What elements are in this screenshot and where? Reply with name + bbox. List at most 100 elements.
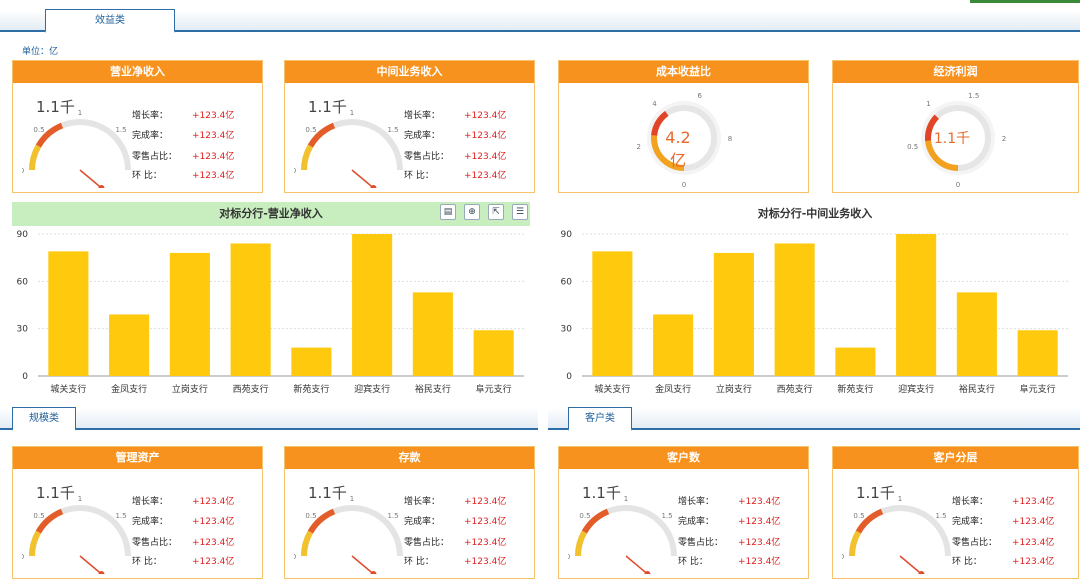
stat-value-mom: +123.4亿: [192, 171, 235, 181]
y-tick-label: 0: [22, 372, 28, 382]
bar[interactable]: [956, 292, 997, 376]
gauge-tick-label: 0: [22, 553, 24, 561]
stat-value-growth: +123.4亿: [192, 111, 235, 121]
stat-value-completion: +123.4亿: [464, 517, 507, 527]
card-title: 经济利润: [833, 61, 1078, 83]
gauge-tick-label: 8: [728, 135, 732, 143]
x-tick-label: 迎宾支行: [354, 383, 390, 395]
stat-value-retail: +123.4亿: [464, 152, 507, 162]
gauge-value: 1.1千: [36, 484, 75, 502]
chart-net-revenue: 0 30 60 90 城关支行 金凤支行 立岗支行 西苑支行 新苑支行 迎宾支行 裕民支行 阜元支行: [17, 230, 524, 395]
gauge-tick-label: 0.5: [305, 512, 316, 520]
stat-value-mom: +123.4亿: [192, 557, 235, 567]
gauge-tick-label: 1: [624, 495, 628, 503]
stat-label-growth: 增长率：: [952, 497, 989, 507]
tab-bar-customer: 客户类: [548, 407, 1080, 431]
list-icon[interactable]: ☰: [512, 204, 528, 220]
stat-label-retail: 零售占比：: [952, 538, 998, 548]
bar[interactable]: [230, 243, 271, 376]
bar[interactable]: [352, 234, 393, 376]
zoom-icon[interactable]: ⊕: [464, 204, 480, 220]
x-tick-label: 立岗支行: [716, 383, 752, 395]
x-tick-label: 阜元支行: [1020, 383, 1056, 395]
stat-label-completion: 完成率：: [132, 131, 169, 141]
gauge-tick-label: 0: [682, 181, 686, 189]
stat-value-mom: +123.4亿: [464, 171, 507, 181]
x-tick-label: 新苑支行: [293, 383, 329, 395]
gauge-tick-label: 1.5: [115, 126, 126, 134]
stat-value-retail: +123.4亿: [192, 152, 235, 162]
gauge-tick-label: 1.5: [935, 512, 946, 520]
gauge-tick-label: 1.5: [387, 512, 398, 520]
stat-label-growth: 增长率：: [132, 111, 169, 121]
gauge-tick-label: 0: [22, 167, 24, 175]
gauge-value: 1.1千: [856, 484, 895, 502]
stat-value-growth: +123.4亿: [738, 497, 781, 507]
bar[interactable]: [713, 252, 754, 376]
bar[interactable]: [48, 251, 89, 376]
gauge-tick-label: 4: [652, 100, 657, 108]
gauge-tick-label: 1: [78, 109, 82, 117]
chart-intermediate-revenue: 0 30 60 90 城关支行 金凤支行 立岗支行 西苑支行 新苑支行 迎宾支行 裕民支行 阜元支行: [561, 230, 1068, 395]
bar[interactable]: [1017, 330, 1058, 376]
gauge-value: 4.2亿: [665, 128, 691, 170]
y-tick-label: 30: [561, 325, 573, 335]
bar[interactable]: [412, 292, 453, 376]
stat-label-mom: 环 比：: [404, 171, 434, 181]
x-tick-label: 金凤支行: [655, 383, 691, 395]
stat-label-retail: 零售占比：: [132, 152, 178, 162]
tab-efficiency[interactable]: 效益类: [45, 9, 175, 33]
bar[interactable]: [473, 330, 514, 376]
gauge-tick-label: 1: [898, 495, 902, 503]
stat-value-growth: +123.4亿: [192, 497, 235, 507]
bar[interactable]: [169, 252, 210, 376]
tab-bar-efficiency: 效益类: [0, 9, 1080, 33]
stat-label-completion: 完成率：: [678, 517, 715, 527]
card-title: 中间业务收入: [285, 61, 534, 83]
x-tick-label: 立岗支行: [172, 383, 208, 395]
bar[interactable]: [653, 314, 694, 376]
x-tick-label: 新苑支行: [837, 383, 873, 395]
select-icon[interactable]: ⇱: [488, 204, 504, 220]
bar[interactable]: [774, 243, 815, 376]
card-title: 成本收益比: [559, 61, 808, 83]
y-tick-label: 60: [561, 277, 573, 287]
stat-label-completion: 完成率：: [952, 517, 989, 527]
tab-scale[interactable]: 规模类: [12, 407, 76, 431]
stat-label-completion: 完成率：: [404, 517, 441, 527]
stat-label-retail: 零售占比：: [404, 538, 450, 548]
gauge-tick-label: 1: [926, 100, 930, 108]
stat-label-growth: 增长率：: [132, 497, 169, 507]
stat-value-completion: +123.4亿: [1012, 517, 1055, 527]
card-title: 营业净收入: [13, 61, 262, 83]
bar[interactable]: [109, 314, 150, 376]
tab-customer[interactable]: 客户类: [568, 407, 632, 431]
stat-label-mom: 环 比：: [952, 557, 982, 567]
gauge-tick-label: 2: [636, 143, 640, 151]
x-tick-label: 迎宾支行: [898, 383, 934, 395]
gauge-tick-label: 0.5: [305, 126, 316, 134]
bar[interactable]: [835, 347, 876, 376]
chart-type-icon[interactable]: ▤: [440, 204, 456, 220]
bar[interactable]: [896, 234, 937, 376]
gauge-tick-label: 0.5: [853, 512, 864, 520]
stat-value-retail: +123.4亿: [464, 538, 507, 548]
stat-label-growth: 增长率：: [404, 497, 441, 507]
y-tick-label: 0: [566, 372, 572, 382]
x-tick-label: 城关支行: [50, 383, 86, 395]
x-tick-label: 城关支行: [594, 383, 630, 395]
chart2-title: 对标分行-中间业务收入: [757, 207, 873, 220]
card-title: 管理资产: [13, 447, 262, 469]
gauge-tick-label: 6: [697, 92, 702, 100]
y-tick-label: 90: [17, 230, 29, 240]
y-tick-label: 90: [561, 230, 573, 240]
bar[interactable]: [291, 347, 332, 376]
bar[interactable]: [592, 251, 633, 376]
gauge-value: 1.1千: [582, 484, 621, 502]
gauge-tick-label: 0: [956, 181, 960, 189]
card-title: 存款: [285, 447, 534, 469]
card-title: 客户数: [559, 447, 808, 469]
y-tick-label: 30: [17, 325, 29, 335]
stat-label-growth: 增长率：: [678, 497, 715, 507]
stat-label-completion: 完成率：: [404, 131, 441, 141]
